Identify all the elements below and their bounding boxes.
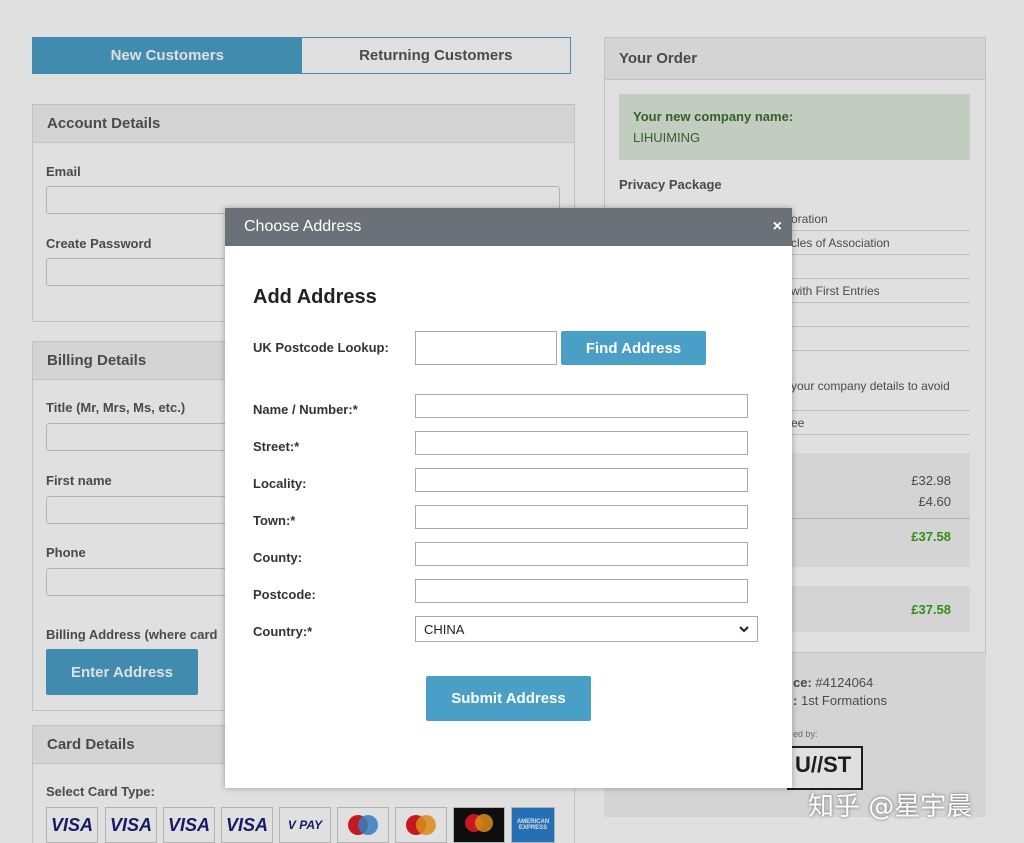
postcode-label: Postcode:: [253, 587, 316, 602]
choose-address-dialog: Choose Address × Add Address UK Postcode…: [225, 208, 792, 788]
name-number-label: Name / Number:*: [253, 402, 358, 417]
postcode-field[interactable]: [415, 579, 748, 603]
locality-field[interactable]: [415, 468, 748, 492]
postcode-lookup-input[interactable]: [415, 331, 557, 365]
name-number-field[interactable]: [415, 394, 748, 418]
county-label: County:: [253, 550, 303, 565]
find-address-button[interactable]: Find Address: [561, 331, 706, 365]
close-icon[interactable]: ×: [773, 218, 782, 236]
street-field[interactable]: [415, 431, 748, 455]
county-field[interactable]: [415, 542, 748, 566]
postcode-lookup-label: UK Postcode Lookup:: [253, 340, 389, 355]
country-select[interactable]: CHINA: [415, 616, 758, 642]
add-address-heading: Add Address: [253, 286, 377, 308]
street-label: Street:*: [253, 439, 300, 454]
chevron-down-icon: [739, 625, 749, 632]
town-field[interactable]: [415, 505, 748, 529]
country-label: Country:*: [253, 624, 313, 639]
submit-address-button[interactable]: Submit Address: [426, 676, 591, 721]
locality-label: Locality:: [253, 476, 307, 491]
dialog-title: Choose Address: [244, 218, 362, 235]
town-label: Town:*: [253, 513, 296, 528]
dialog-header: Choose Address ×: [225, 208, 792, 246]
watermark: 知乎 @星宇晨: [808, 792, 973, 822]
country-selected-value: CHINA: [424, 621, 465, 637]
